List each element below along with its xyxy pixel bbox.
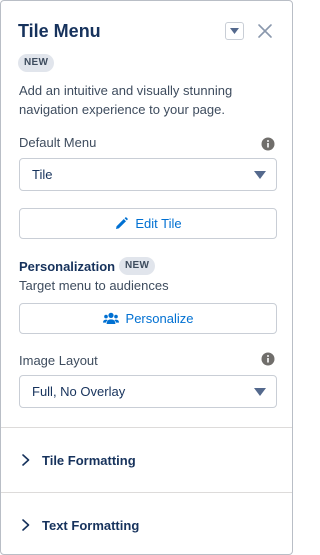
image-layout-value: Full, No Overlay [32,384,126,399]
tile-menu-panel: Tile Menu NEW Add an intuitive and visua… [0,0,293,555]
panel-title: Tile Menu [18,21,101,41]
info-icon[interactable] [261,137,275,151]
default-menu-label: Default Menu [19,135,97,150]
caret-down-icon [230,28,239,34]
image-layout-select[interactable]: Full, No Overlay [19,375,277,408]
chevron-right-icon [22,454,30,466]
close-icon[interactable] [256,22,274,40]
section-label: Text Formatting [42,517,140,533]
panel-header: Tile Menu [18,19,278,43]
personalization-title: Personalization [19,259,116,274]
section-label: Tile Formatting [42,452,136,468]
header-menu-button[interactable] [225,22,244,40]
people-icon [102,312,119,324]
chevron-right-icon [22,519,30,531]
personalize-button[interactable]: Personalize [19,303,277,334]
info-icon[interactable] [261,352,275,366]
section-text-formatting[interactable]: Text Formatting [1,493,292,554]
section-tile-formatting[interactable]: Tile Formatting [1,428,292,492]
personalization-new-badge: NEW [119,257,156,275]
default-menu-value: Tile [32,167,53,182]
default-menu-select[interactable]: Tile [19,158,277,191]
pencil-icon [116,216,129,229]
image-layout-label: Image Layout [19,353,98,368]
panel-description: Add an intuitive and visually stunning n… [19,83,233,117]
new-badge: NEW [18,54,55,72]
chevron-down-icon [254,388,266,396]
edit-tile-button[interactable]: Edit Tile [19,208,277,239]
personalization-subtitle: Target menu to audiences [19,278,169,293]
edit-tile-label: Edit Tile [135,216,182,231]
chevron-down-icon [254,171,266,179]
personalize-label: Personalize [125,311,194,326]
